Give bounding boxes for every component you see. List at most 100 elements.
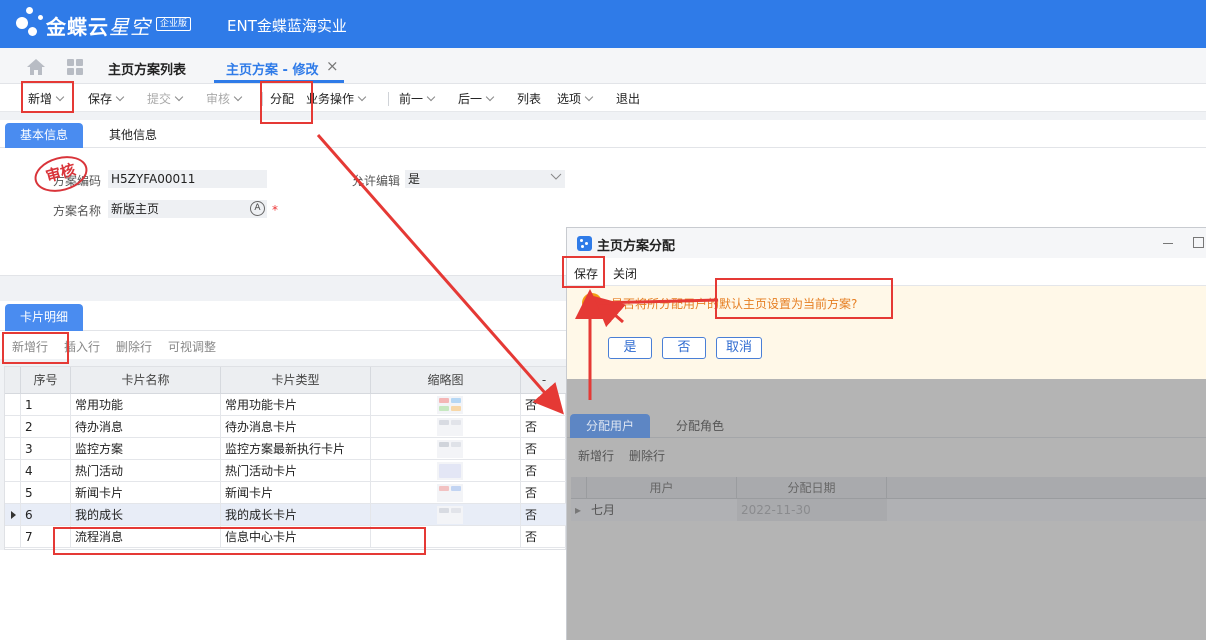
card-name-cell[interactable]: 新闻卡片: [71, 482, 221, 504]
flag-cell[interactable]: 否: [521, 394, 567, 416]
flag-cell[interactable]: 否: [521, 416, 567, 438]
tab-close-icon[interactable]: ×: [326, 57, 339, 75]
warning-icon: !: [582, 293, 602, 313]
col-card-type[interactable]: 卡片类型: [221, 367, 371, 394]
tab-card-detail[interactable]: 卡片明细: [5, 304, 84, 331]
card-name-cell[interactable]: 监控方案: [71, 438, 221, 460]
code-field[interactable]: H5ZYFA00011: [108, 170, 267, 188]
row-pointer-icon: ▸: [575, 503, 582, 517]
list-button[interactable]: 列表: [517, 90, 541, 107]
col-assign-date[interactable]: 分配日期: [737, 477, 887, 499]
table-row[interactable]: 3 监控方案 监控方案最新执行卡片 否: [5, 438, 567, 460]
next-button[interactable]: 后一: [458, 90, 495, 107]
row-header-corner: [571, 477, 587, 499]
chevron-down-icon: [426, 92, 436, 102]
seq-cell[interactable]: 1: [21, 394, 71, 416]
grid-empty-area: [0, 550, 566, 640]
chevron-down-icon: [233, 92, 243, 102]
card-name-cell[interactable]: 待办消息: [71, 416, 221, 438]
save-button[interactable]: 保存: [88, 90, 125, 107]
card-name-cell[interactable]: 我的成长: [71, 504, 221, 526]
exit-button[interactable]: 退出: [616, 90, 640, 107]
card-name-cell[interactable]: 常用功能: [71, 394, 221, 416]
seq-cell[interactable]: 4: [21, 460, 71, 482]
tab-other-info[interactable]: 其他信息: [94, 123, 172, 148]
row-header-cell[interactable]: [5, 504, 21, 526]
dialog-delete-row-button[interactable]: 删除行: [629, 447, 665, 464]
card-name-cell[interactable]: 热门活动: [71, 460, 221, 482]
card-type-cell[interactable]: 待办消息卡片: [221, 416, 371, 438]
tab-assign-roles[interactable]: 分配角色: [660, 414, 740, 438]
chevron-down-icon[interactable]: [550, 173, 562, 181]
page-tab-bar: 主页方案列表 主页方案 - 修改 ×: [0, 48, 1206, 84]
row-header-cell[interactable]: [5, 526, 21, 548]
row-header-cell[interactable]: [5, 460, 21, 482]
confirm-yes-button[interactable]: 是: [608, 337, 652, 359]
options-button[interactable]: 选项: [557, 90, 594, 107]
submit-button[interactable]: 提交: [147, 90, 184, 107]
table-row[interactable]: 2 待办消息 待办消息卡片 否: [5, 416, 567, 438]
user-row[interactable]: ▸ 七月 2022-11-30: [571, 499, 1206, 521]
flag-cell[interactable]: 否: [521, 526, 567, 548]
flag-cell[interactable]: 否: [521, 460, 567, 482]
name-field[interactable]: 新版主页: [108, 200, 267, 218]
tab-basic-info[interactable]: 基本信息: [5, 123, 84, 148]
card-type-cell[interactable]: 监控方案最新执行卡片: [221, 438, 371, 460]
chevron-down-icon: [584, 92, 594, 102]
tab-scheme-edit[interactable]: 主页方案 - 修改: [226, 59, 318, 78]
flag-cell[interactable]: 否: [521, 438, 567, 460]
allow-edit-select[interactable]: 是: [405, 170, 565, 188]
card-tab-bar: 卡片明细: [0, 301, 566, 331]
table-row[interactable]: 6 我的成长 我的成长卡片 否: [5, 504, 567, 526]
row-header-cell[interactable]: [5, 482, 21, 504]
card-type-cell[interactable]: 新闻卡片: [221, 482, 371, 504]
col-card-name[interactable]: 卡片名称: [71, 367, 221, 394]
card-type-cell[interactable]: 我的成长卡片: [221, 504, 371, 526]
dialog-close-button[interactable]: 关闭: [613, 265, 637, 282]
annotation-box-message: [715, 278, 893, 319]
confirm-cancel-button[interactable]: 取消: [716, 337, 762, 359]
flag-cell[interactable]: 否: [521, 482, 567, 504]
prev-button[interactable]: 前一: [399, 90, 436, 107]
col-user[interactable]: 用户: [587, 477, 737, 499]
seq-cell[interactable]: 2: [21, 416, 71, 438]
app-grid-icon[interactable]: [67, 59, 83, 75]
seq-cell[interactable]: 3: [21, 438, 71, 460]
col-flag[interactable]: -: [521, 367, 567, 394]
dialog-add-row-button[interactable]: 新增行: [578, 447, 614, 464]
row-header-cell[interactable]: [5, 416, 21, 438]
table-row[interactable]: 1 常用功能 常用功能卡片 否: [5, 394, 567, 416]
company-name[interactable]: ENT金蝶蓝海实业: [227, 15, 347, 36]
audit-button[interactable]: 审核: [206, 90, 243, 107]
multilang-icon[interactable]: A: [250, 201, 265, 216]
home-icon[interactable]: [27, 59, 45, 75]
flag-cell[interactable]: 否: [521, 504, 567, 526]
minimize-icon[interactable]: [1163, 243, 1173, 244]
col-thumbnail[interactable]: 缩略图: [371, 367, 521, 394]
card-type-cell[interactable]: 常用功能卡片: [221, 394, 371, 416]
assign-date-cell[interactable]: 2022-11-30: [737, 499, 887, 521]
insert-row-button[interactable]: 插入行: [64, 338, 100, 355]
user-grid-header: 用户 分配日期: [571, 477, 1206, 499]
delete-row-button[interactable]: 删除行: [116, 338, 152, 355]
chevron-down-icon: [115, 92, 125, 102]
table-row[interactable]: 5 新闻卡片 新闻卡片否: [5, 482, 567, 504]
maximize-icon[interactable]: [1193, 237, 1204, 248]
table-row[interactable]: 4 热门活动 热门活动卡片 否: [5, 460, 567, 482]
seq-cell[interactable]: 6: [21, 504, 71, 526]
confirm-no-button[interactable]: 否: [662, 337, 706, 359]
tab-assign-users[interactable]: 分配用户: [570, 414, 651, 438]
col-seq[interactable]: 序号: [21, 367, 71, 394]
row-header-cell[interactable]: [5, 438, 21, 460]
annotation-box-add: [21, 81, 74, 113]
business-ops-button[interactable]: 业务操作: [306, 90, 367, 107]
seq-cell[interactable]: 5: [21, 482, 71, 504]
row-header-cell[interactable]: [5, 394, 21, 416]
required-mark: *: [272, 203, 278, 217]
chevron-down-icon: [485, 92, 495, 102]
card-type-cell[interactable]: 热门活动卡片: [221, 460, 371, 482]
tab-scheme-list[interactable]: 主页方案列表: [108, 59, 186, 78]
visual-adjust-button[interactable]: 可视调整: [168, 338, 216, 355]
thumbnail-image: [437, 418, 463, 436]
user-cell[interactable]: 七月: [587, 499, 737, 521]
